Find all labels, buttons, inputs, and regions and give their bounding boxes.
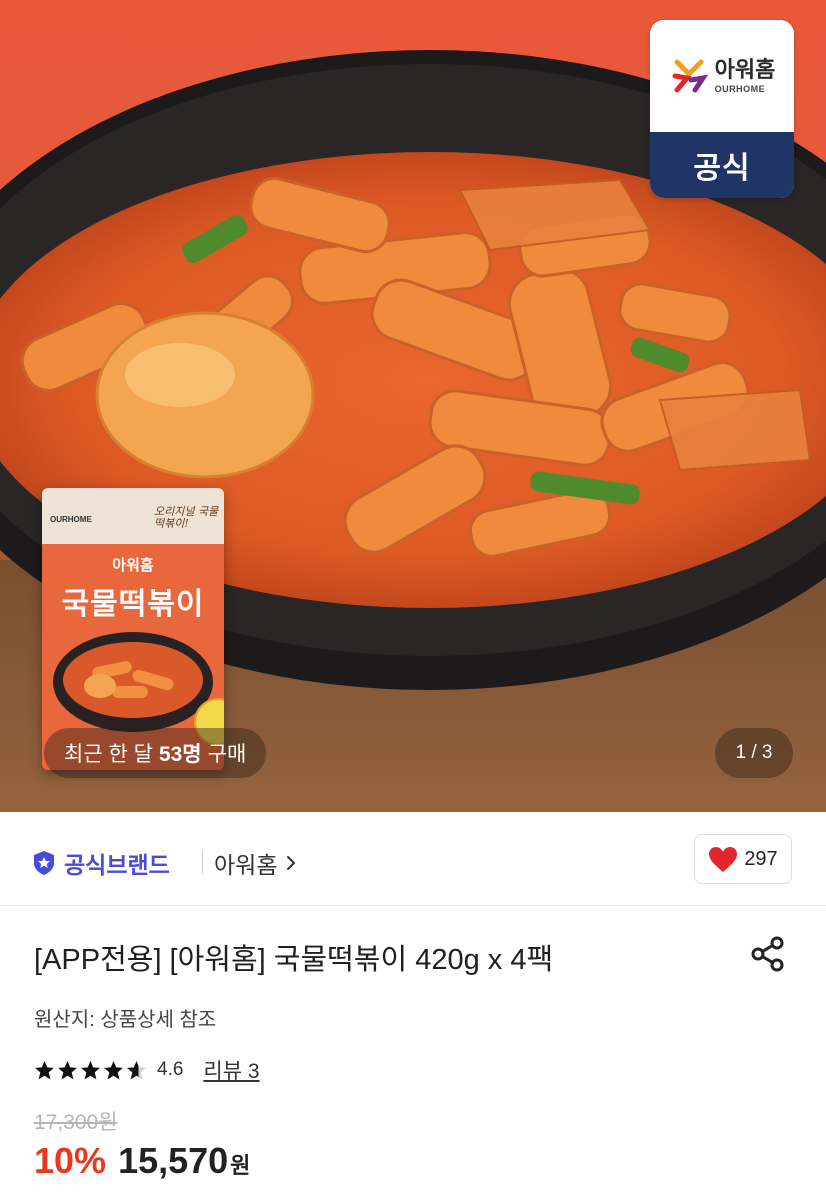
- origin-info: 원산지: 상품상세 참조: [34, 1009, 217, 1031]
- ourhome-logo-icon: [672, 59, 708, 93]
- heart-icon: [709, 846, 738, 872]
- rating-stars: [34, 1060, 147, 1081]
- brand-bar: 공식브랜드 아워홈 297: [0, 812, 826, 906]
- recent-buy-count: 53명: [158, 743, 202, 766]
- half-star-icon: [127, 1060, 146, 1079]
- brand-name: 아워홈: [214, 852, 278, 878]
- original-price: 17,300원: [34, 1111, 118, 1134]
- official-label: 공식: [650, 132, 794, 198]
- star-icon: [35, 1060, 54, 1079]
- brand-store-link[interactable]: 아워홈: [214, 846, 297, 880]
- star-icon: [58, 1060, 77, 1079]
- image-page-indicator: 1 / 3: [715, 728, 793, 778]
- official-brand-badge[interactable]: 공식브랜드: [32, 846, 170, 880]
- star-icon: [81, 1060, 100, 1079]
- shield-star-icon: [34, 851, 54, 875]
- price-row: 10% 15,570 원: [34, 1140, 250, 1182]
- chevron-right-icon: [287, 856, 296, 870]
- package-subtitle: 아워홈: [112, 557, 154, 574]
- logo-brand-english: OURHOME: [714, 83, 766, 94]
- logo-brand-korean: 아워홈: [714, 56, 776, 82]
- rating-value: 4.6: [157, 1059, 184, 1080]
- review-count-link[interactable]: 리뷰 3: [203, 1055, 259, 1085]
- product-title: [APP전용] [아워홈] 국물떡볶이 420g x 4팩: [34, 944, 554, 976]
- package-title: 국물떡볶이: [61, 588, 205, 621]
- rating-row: 4.6 리뷰 3: [34, 1055, 260, 1085]
- share-icon[interactable]: [748, 934, 788, 974]
- official-brand-label: 공식브랜드: [64, 852, 170, 878]
- product-image-carousel[interactable]: 아워홈 OURHOME 공식 OURHOME 오리지널 국물떡볶이! 아워홈 국…: [0, 0, 826, 812]
- recent-buy-prefix: 최근 한 달: [64, 743, 153, 766]
- package-brand: OURHOME: [50, 515, 92, 524]
- official-brand-logo: 아워홈 OURHOME 공식: [650, 20, 794, 198]
- package-bowl-illustration: [53, 632, 213, 732]
- like-count: 297: [744, 847, 778, 870]
- currency-unit: 원: [230, 1153, 251, 1178]
- like-button[interactable]: 297: [694, 834, 792, 884]
- recent-purchase-badge: 최근 한 달 53명 구매: [44, 728, 267, 778]
- sale-price: 15,570: [118, 1140, 229, 1181]
- discount-rate: 10%: [34, 1140, 107, 1181]
- divider: [202, 850, 203, 874]
- star-icon: [104, 1060, 123, 1079]
- recent-buy-suffix: 구매: [207, 743, 247, 766]
- package-script-text: 오리지널 국물떡볶이!: [154, 505, 219, 531]
